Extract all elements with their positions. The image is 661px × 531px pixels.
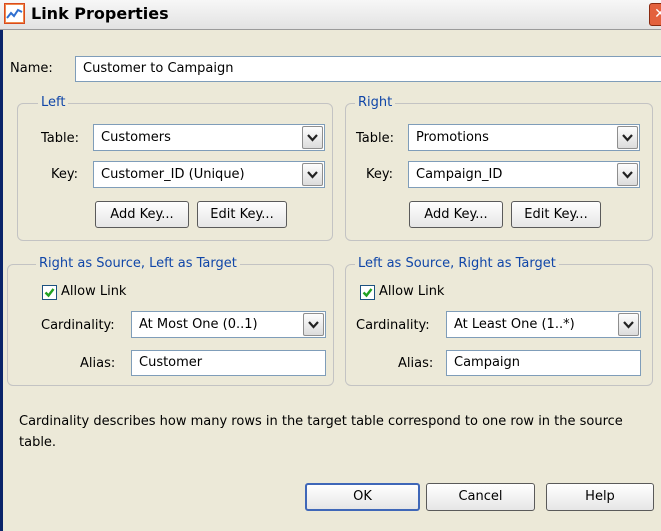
right-edit-key-button[interactable]: Edit Key... bbox=[511, 201, 601, 228]
window-frame bbox=[0, 0, 3, 531]
checkmark-icon bbox=[44, 288, 55, 298]
ls-rt-allow-link-label[interactable]: Allow Link bbox=[379, 284, 444, 299]
left-group-title: Left bbox=[38, 95, 69, 111]
name-label: Name: bbox=[10, 61, 53, 76]
right-key-value: Campaign_ID bbox=[416, 167, 503, 182]
right-table-dropdown-button[interactable] bbox=[617, 126, 638, 149]
chevron-down-icon bbox=[307, 134, 318, 142]
right-table-combo[interactable]: Promotions bbox=[408, 124, 640, 151]
right-table-value: Promotions bbox=[416, 130, 489, 145]
left-add-key-button[interactable]: Add Key... bbox=[95, 201, 189, 228]
chevron-down-icon bbox=[623, 321, 634, 329]
checkmark-icon bbox=[362, 288, 373, 298]
left-table-combo[interactable]: Customers bbox=[93, 124, 325, 151]
window-title: Link Properties bbox=[31, 4, 169, 23]
ls-rt-cardinality-combo[interactable]: At Least One (1..*) bbox=[446, 311, 641, 338]
chevron-down-icon bbox=[308, 321, 319, 329]
rs-lt-allow-link-checkbox[interactable] bbox=[42, 285, 57, 300]
ls-rt-group-title: Left as Source, Right as Target bbox=[355, 256, 559, 272]
cardinality-description: Cardinality describes how many rows in t… bbox=[19, 414, 623, 450]
left-key-label: Key: bbox=[51, 167, 79, 182]
link-properties-dialog: Link Properties ✕ Name: Customer to Camp… bbox=[0, 0, 661, 531]
help-button[interactable]: Help bbox=[546, 483, 654, 511]
left-key-dropdown-button[interactable] bbox=[302, 163, 323, 186]
rs-lt-alias-input[interactable]: Customer bbox=[131, 350, 326, 376]
right-group-title: Right bbox=[355, 95, 396, 111]
left-table-label: Table: bbox=[41, 131, 79, 146]
close-icon: ✕ bbox=[654, 6, 661, 22]
rs-lt-cardinality-value: At Most One (0..1) bbox=[139, 317, 258, 332]
left-key-value: Customer_ID (Unique) bbox=[101, 167, 245, 182]
right-key-label: Key: bbox=[366, 167, 394, 182]
left-edit-key-button[interactable]: Edit Key... bbox=[197, 201, 287, 228]
rs-lt-cardinality-dropdown-button[interactable] bbox=[303, 313, 324, 336]
name-input[interactable]: Customer to Campaign bbox=[75, 56, 661, 82]
left-table-value: Customers bbox=[101, 130, 171, 145]
ls-rt-cardinality-label: Cardinality: bbox=[356, 318, 430, 333]
rs-lt-allow-link-label[interactable]: Allow Link bbox=[61, 284, 126, 299]
left-table-dropdown-button[interactable] bbox=[302, 126, 323, 149]
right-key-combo[interactable]: Campaign_ID bbox=[408, 161, 640, 188]
left-key-combo[interactable]: Customer_ID (Unique) bbox=[93, 161, 325, 188]
rs-lt-group-title: Right as Source, Left as Target bbox=[36, 256, 240, 272]
ls-rt-alias-input[interactable]: Campaign bbox=[446, 350, 641, 376]
ok-button[interactable]: OK bbox=[305, 483, 420, 511]
cancel-button[interactable]: Cancel bbox=[426, 483, 535, 511]
rs-lt-alias-label: Alias: bbox=[80, 356, 116, 371]
ls-rt-alias-label: Alias: bbox=[398, 356, 434, 371]
title-bar[interactable]: Link Properties ✕ bbox=[0, 0, 661, 30]
close-button[interactable]: ✕ bbox=[649, 3, 661, 26]
chevron-down-icon bbox=[622, 171, 633, 179]
rs-lt-cardinality-combo[interactable]: At Most One (0..1) bbox=[131, 311, 326, 338]
link-properties-icon bbox=[4, 3, 25, 24]
right-key-dropdown-button[interactable] bbox=[617, 163, 638, 186]
chevron-down-icon bbox=[307, 171, 318, 179]
ls-rt-allow-link-checkbox[interactable] bbox=[360, 285, 375, 300]
right-add-key-button[interactable]: Add Key... bbox=[409, 201, 503, 228]
rs-lt-cardinality-label: Cardinality: bbox=[41, 318, 115, 333]
right-table-label: Table: bbox=[356, 131, 394, 146]
ls-rt-cardinality-value: At Least One (1..*) bbox=[454, 317, 575, 332]
ls-rt-cardinality-dropdown-button[interactable] bbox=[618, 313, 639, 336]
chevron-down-icon bbox=[622, 134, 633, 142]
